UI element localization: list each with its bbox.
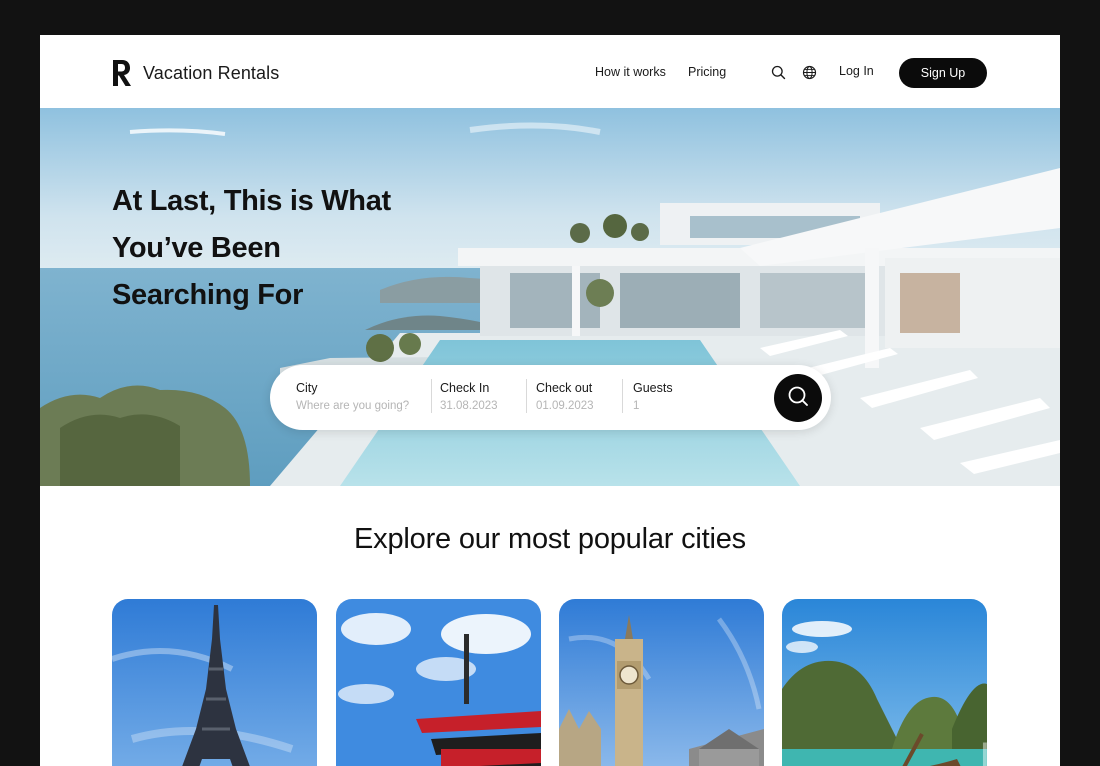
vacation-rentals-logo-icon: [112, 59, 132, 87]
guests-label: Guests: [633, 381, 673, 395]
divider: [526, 379, 527, 413]
page-frame: Vacation Rentals How it works Pricing Lo…: [40, 35, 1060, 766]
tropical-cliffs-boat-photo: [782, 599, 987, 766]
search-icon[interactable]: [771, 65, 786, 80]
city-input[interactable]: Where are you going?: [296, 400, 409, 412]
section-title: Explore our most popular cities: [354, 523, 746, 555]
login-link[interactable]: Log In: [839, 64, 874, 78]
guests-field[interactable]: Guests 1: [633, 381, 673, 412]
check-in-label: Check In: [440, 381, 490, 395]
divider: [431, 379, 432, 413]
divider: [622, 379, 623, 413]
search-bar: City Where are you going? Check In 31.08…: [270, 365, 831, 430]
hero-title-line: At Last, This is What: [112, 185, 391, 217]
hero-title-line: Searching For: [112, 279, 304, 311]
search-icon: [787, 385, 809, 412]
check-in-field[interactable]: Check In 31.08.2023: [440, 381, 498, 412]
city-card-paris[interactable]: [112, 599, 317, 766]
globe-icon[interactable]: [802, 65, 817, 80]
city-card-japan[interactable]: [336, 599, 541, 766]
check-out-field[interactable]: Check out 01.09.2023: [536, 381, 594, 412]
search-submit-button[interactable]: [774, 374, 822, 422]
hero-title-line: You’ve Been: [112, 232, 281, 264]
city-card-thailand[interactable]: [782, 599, 987, 766]
brand-name: Vacation Rentals: [143, 62, 280, 83]
brand-logo[interactable]: Vacation Rentals: [112, 59, 279, 87]
city-field[interactable]: City Where are you going?: [296, 381, 409, 412]
city-label: City: [296, 381, 318, 395]
big-ben-photo: [559, 599, 764, 766]
hero-title: At Last, This is What You’ve Been Search…: [112, 178, 432, 319]
check-out-input[interactable]: 01.09.2023: [536, 400, 594, 412]
watermark: latzi: [980, 735, 1060, 766]
signup-button[interactable]: Sign Up: [899, 58, 987, 88]
check-in-input[interactable]: 31.08.2023: [440, 400, 498, 412]
eiffel-tower-photo: [112, 599, 317, 766]
japanese-pagoda-photo: [336, 599, 541, 766]
city-card-london[interactable]: [559, 599, 764, 766]
guests-input[interactable]: 1: [633, 400, 673, 412]
nav-how-it-works[interactable]: How it works: [595, 65, 666, 79]
hero-section: At Last, This is What You’ve Been Search…: [40, 108, 1060, 486]
header: Vacation Rentals How it works Pricing Lo…: [40, 35, 1060, 108]
check-out-label: Check out: [536, 381, 593, 395]
nav-pricing[interactable]: Pricing: [688, 65, 726, 79]
